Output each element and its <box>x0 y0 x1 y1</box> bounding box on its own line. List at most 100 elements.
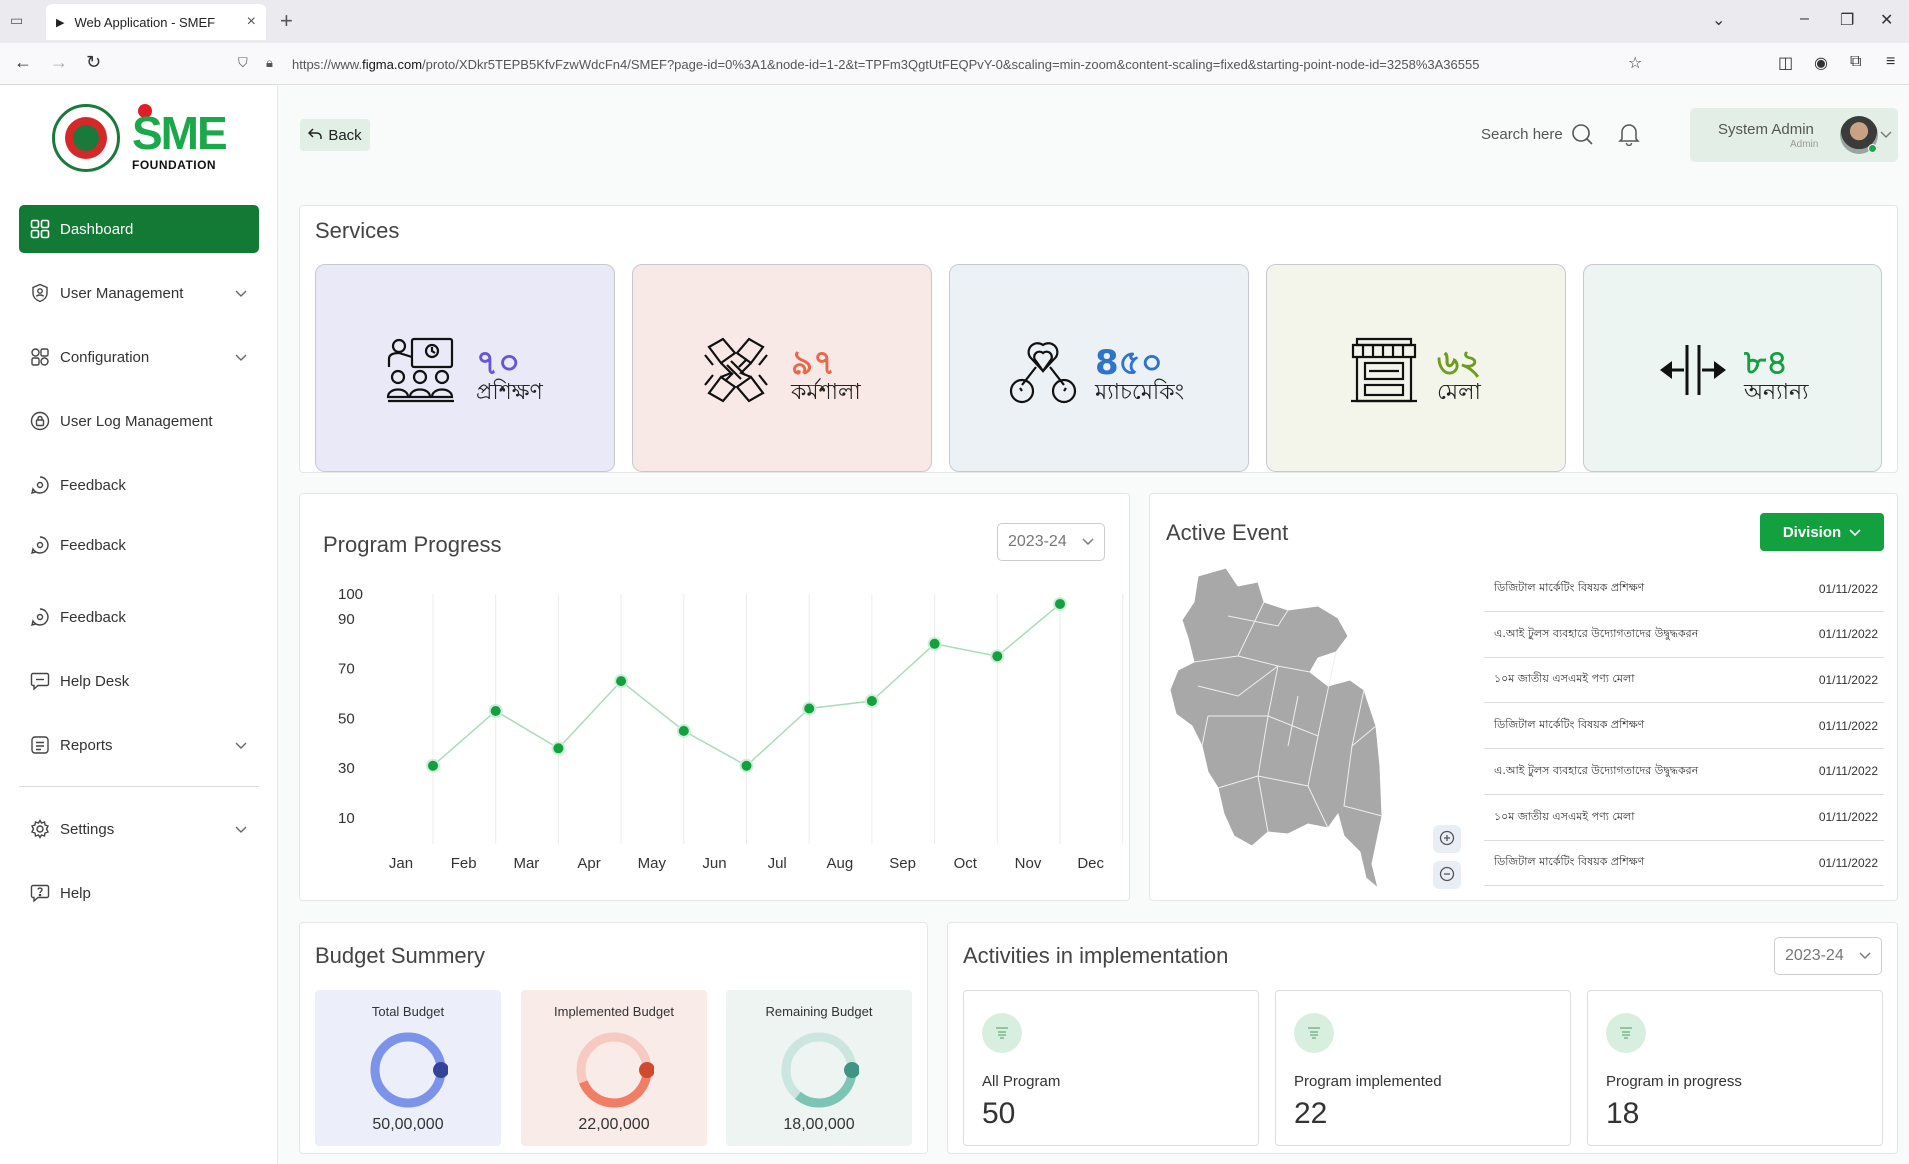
fair-stall-icon <box>1349 335 1419 405</box>
close-window-icon[interactable]: ✕ <box>1880 10 1893 30</box>
event-date: 01/11/2022 <box>1818 764 1878 779</box>
y-tick-label: 30 <box>338 760 355 777</box>
event-title: ডিজিটাল মার্কেটিং বিষয়ক প্রশিক্ষণ <box>1494 718 1645 732</box>
event-date: 01/11/2022 <box>1818 855 1878 870</box>
sidebar-item-label: Feedback <box>60 608 126 626</box>
url-bar[interactable]: ⛉ 🔒︎ https://www.figma.com/proto/XDkr5TE… <box>230 49 1640 79</box>
sme-foundation-logo[interactable]: SME FOUNDATION <box>52 104 232 174</box>
url-text: https://www.figma.com/proto/XDkr5TEPB5Kf… <box>292 56 1480 72</box>
zoom-in-button[interactable] <box>1433 825 1461 853</box>
sidebar-item-feedback[interactable]: Feedback <box>19 593 259 641</box>
budget-label: Total Budget <box>371 1004 445 1019</box>
feedback-icon <box>29 534 51 556</box>
donut-fill <box>370 1032 446 1108</box>
chevron-down-icon <box>235 285 247 302</box>
event-row[interactable]: ১০ম জাতীয় এসএমই পণ্য মেলা 01/11/2022 <box>1484 795 1884 841</box>
service-card-workshop[interactable]: ৯৭ কর্মশালা <box>632 264 932 472</box>
event-row[interactable]: ১০ম জাতীয় এসএমই পণ্য মেলা 01/11/2022 <box>1484 657 1884 704</box>
chevron-down-icon <box>235 737 247 754</box>
online-status-dot <box>1868 144 1877 153</box>
budget-summary-title: Budget Summery <box>315 943 485 968</box>
extensions-icon[interactable]: ⧉ <box>1850 53 1861 71</box>
bangladesh-map[interactable] <box>1168 566 1408 896</box>
sidebar-item-dashboard[interactable]: Dashboard <box>19 205 259 253</box>
bookmark-star-icon[interactable]: ☆ <box>1628 53 1642 73</box>
sidebar-item-label: Feedback <box>60 536 126 554</box>
sidebar-item-feedback[interactable]: Feedback <box>19 521 259 569</box>
event-title: ডিজিটাল মার্কেটিং বিষয়ক প্রশিক্ষণ <box>1494 855 1645 869</box>
tab-list-icon[interactable]: ▭ <box>10 12 23 29</box>
minimize-icon[interactable]: – <box>1800 10 1809 28</box>
program-progress-chart: Jan Feb Mar Apr May Jun Jul Aug Sep Oct Nov Dec 100 9… <box>338 586 1124 872</box>
budget-label: Implemented Budget <box>554 1004 674 1019</box>
chat-icon <box>29 670 51 692</box>
event-row[interactable]: ডিজিটাল মার্কেটিং বিষয়ক প্রশিক্ষণ 01/11/… <box>1484 566 1884 612</box>
figma-play-icon: ▶ <box>56 16 65 29</box>
pocket-icon[interactable]: ◫ <box>1778 53 1793 73</box>
others-arrows-icon <box>1658 335 1728 405</box>
bell-icon[interactable] <box>1618 122 1640 149</box>
app-menu-icon[interactable]: ≡ <box>1886 53 1895 71</box>
event-row[interactable]: ডিজিটাল মার্কেটিং বিষয়ক প্রশিক্ষণ 01/11/… <box>1484 703 1884 750</box>
search-label[interactable]: Search here <box>1481 126 1563 143</box>
zoom-in-icon <box>1439 830 1455 849</box>
back-arrow-icon[interactable]: ← <box>14 52 32 73</box>
search-icon[interactable] <box>1570 122 1594 149</box>
sidebar-item-help-desk[interactable]: Help Desk <box>19 657 259 705</box>
x-tick-label: Dec <box>1077 855 1104 872</box>
budget-card: Total Budget 50,00,000 <box>315 990 501 1146</box>
back-button[interactable]: Back <box>300 119 370 151</box>
donut-marker <box>639 1062 654 1078</box>
y-tick-label: 70 <box>338 661 355 678</box>
new-tab-icon[interactable]: + <box>280 8 293 34</box>
tab-overflow-chevron-icon[interactable]: ⌄ <box>1712 10 1725 30</box>
browser-tab-bar: ▭ ▶ Web Application - SMEF × + ⌄ – ❐ ✕ <box>0 0 1909 43</box>
browser-nav-bar: ← → ↻ ⛉ 🔒︎ https://www.figma.com/proto/X… <box>0 43 1909 85</box>
event-title: ১০ম জাতীয় এসএমই পণ্য মেলা <box>1494 809 1635 823</box>
sidebar-item-help[interactable]: Help <box>19 869 259 917</box>
activity-value: 22 <box>1294 1097 1328 1130</box>
x-tick-label: Jul <box>768 855 787 872</box>
budget-value: 50,00,000 <box>372 1116 444 1133</box>
sidebar-item-user-log-management[interactable]: User Log Management <box>19 397 259 445</box>
active-event-title: Active Event <box>1166 520 1289 545</box>
activity-card-implemented[interactable]: Program implemented 22 <box>1275 990 1571 1146</box>
close-tab-icon[interactable]: × <box>247 13 256 31</box>
event-row[interactable]: ডিজিটাল মার্কেটিং বিষয়ক প্রশিক্ষণ 01/11/… <box>1484 840 1884 887</box>
service-card-others[interactable]: ৮৪ অন্যান্য <box>1583 264 1882 472</box>
budget-label: Remaining Budget <box>765 1004 873 1019</box>
training-icon <box>386 335 456 405</box>
sidebar-item-label: Dashboard <box>60 220 134 238</box>
user-role: Admin <box>1790 139 1819 150</box>
restore-icon[interactable]: ❐ <box>1840 10 1854 30</box>
service-card-matchmaking[interactable]: 8৫০ ম্যাচমেকিং <box>949 264 1249 472</box>
sidebar-item-feedback[interactable]: Feedback <box>19 461 259 509</box>
service-label: অন্যান্য <box>1744 380 1809 405</box>
forward-arrow-icon[interactable]: → <box>50 52 68 73</box>
activity-card-all-program[interactable]: All Program 50 <box>963 990 1259 1146</box>
account-icon[interactable]: ◉ <box>1814 53 1828 73</box>
activities-year-select[interactable]: 2023-24 <box>1774 937 1882 975</box>
zoom-out-button[interactable] <box>1433 861 1461 889</box>
sidebar-item-configuration[interactable]: Configuration <box>19 333 259 381</box>
sidebar-item-label: Configuration <box>60 348 150 366</box>
tab-title: Web Application - SMEF <box>74 14 216 30</box>
y-tick-label: 10 <box>338 810 355 827</box>
user-profile-menu[interactable]: System Admin Admin <box>1690 108 1898 162</box>
activity-card-in-progress[interactable]: Program in progress 18 <box>1587 990 1883 1146</box>
sidebar-item-settings[interactable]: Settings <box>19 805 259 853</box>
sidebar-item-user-management[interactable]: User Management <box>19 269 259 317</box>
event-row[interactable]: এ.আই টুলস ব্যবহারে উদ্যোগতাদের উদ্বুদ্ধক… <box>1484 749 1884 795</box>
activity-value: 18 <box>1606 1097 1640 1130</box>
sidebar-item-reports[interactable]: Reports <box>19 721 259 769</box>
logo-brand-text: SME <box>132 107 228 159</box>
division-filter-button[interactable]: Division <box>1760 513 1884 551</box>
service-card-fair[interactable]: ৬২ মেলা <box>1266 264 1566 472</box>
reload-icon[interactable]: ↻ <box>86 52 101 73</box>
service-label: প্রশিক্ষণ <box>476 380 543 405</box>
browser-tab[interactable]: ▶ Web Application - SMEF × <box>46 4 266 40</box>
budget-donut <box>781 1032 859 1108</box>
chevron-down-icon <box>1859 947 1871 965</box>
service-card-training[interactable]: ৭০ প্রশিক্ষণ <box>315 264 615 472</box>
event-row[interactable]: এ.আই টুলস ব্যবহারে উদ্যোগতাদের উদ্বুদ্ধক… <box>1484 612 1884 658</box>
